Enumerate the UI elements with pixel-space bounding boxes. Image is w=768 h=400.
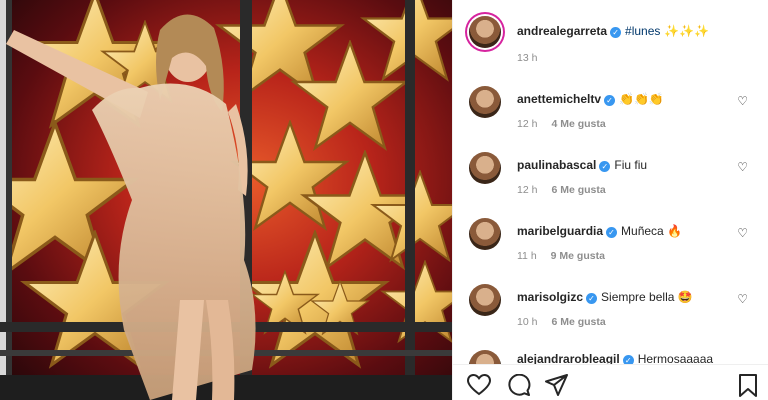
comment-line: anettemicheltv ✓ 👏👏👏 [517, 92, 664, 106]
comment-heart-icon[interactable]: ♡ [737, 94, 748, 108]
share-icon[interactable] [545, 374, 569, 396]
comment-username[interactable]: maribelguardia [517, 224, 603, 238]
comment-text: Siempre bella 🤩 [601, 290, 693, 304]
comment-item: marisolgizc ✓ Siempre bella 🤩 10 h 6 Me gus… [467, 282, 756, 348]
comment-heart-icon[interactable]: ♡ [737, 292, 748, 306]
photo-illustration [0, 0, 452, 400]
verified-icon: ✓ [610, 27, 622, 38]
comment-time: 12 h [517, 118, 538, 130]
heart-icon[interactable] [467, 374, 491, 396]
comment-time: 10 h [517, 316, 538, 328]
post-time: 13 h [517, 52, 538, 64]
comment-item: paulinabascal ✓ Fiu fiu 12 h 6 Me gusta ♡ [467, 150, 756, 216]
comment-item: anettemicheltv ✓ 👏👏👏 12 h 4 Me gusta ♡ [467, 84, 756, 150]
caption-emojis: ✨✨✨ [664, 24, 710, 38]
comment-line: paulinabascal ✓ Fiu fiu [517, 158, 647, 172]
commenter-avatar[interactable] [469, 218, 501, 250]
comment-username[interactable]: anettemicheltv [517, 92, 601, 106]
comment-icon[interactable] [507, 374, 531, 396]
comment-text: Muñeca 🔥 [621, 224, 682, 238]
comment-text: Hermosaaaaa [637, 352, 714, 364]
comment-line: maribelguardia ✓ Muñeca 🔥 [517, 224, 682, 238]
comment-item: maribelguardia ✓ Muñeca 🔥 11 h 9 Me gusta ♡ [467, 216, 756, 282]
comment-likes[interactable]: 9 Me gusta [551, 250, 605, 262]
comment-meta: 12 h 4 Me gusta [517, 118, 606, 130]
comment-username[interactable]: paulinabascal [517, 158, 596, 172]
caption-hashtag[interactable]: #lunes [625, 24, 660, 38]
post-caption: andrealegarreta ✓ #lunes ✨✨✨ 13 h [467, 14, 756, 74]
post-photo[interactable] [0, 0, 452, 400]
verified-icon: ✓ [604, 95, 616, 106]
comments-panel: andrealegarreta ✓ #lunes ✨✨✨ 13 h anettemic… [452, 0, 768, 400]
commenter-avatar[interactable] [469, 152, 501, 184]
comment-likes[interactable]: 6 Me gusta [551, 184, 605, 196]
verified-icon: ✓ [586, 293, 598, 304]
verified-icon: ✓ [622, 355, 634, 364]
comment-meta: 11 h 9 Me gusta [517, 250, 605, 262]
bookmark-icon[interactable] [737, 374, 759, 398]
verified-icon: ✓ [606, 227, 618, 238]
verified-icon: ✓ [599, 161, 611, 172]
comment-meta: 12 h 6 Me gusta [517, 184, 606, 196]
comment-meta: 10 h 6 Me gusta [517, 316, 606, 328]
comment-username[interactable]: marisolgizc [517, 290, 583, 304]
caption-line: andrealegarreta ✓ #lunes ✨✨✨ [517, 24, 709, 38]
commenter-avatar[interactable] [469, 86, 501, 118]
comment-time: 11 h [517, 250, 537, 262]
comment-text: 👏👏👏 [619, 92, 664, 106]
author-username[interactable]: andrealegarreta [517, 24, 607, 38]
comment-time: 12 h [517, 184, 538, 196]
comment-line: marisolgizc ✓ Siempre bella 🤩 [517, 290, 693, 304]
comment-item-partial: alejandrarobleagil ✓ Hermosaaaaa [467, 348, 756, 364]
comment-line: alejandrarobleagil ✓ Hermosaaaaa [517, 352, 713, 364]
comment-likes[interactable]: 4 Me gusta [551, 118, 605, 130]
comment-heart-icon[interactable]: ♡ [737, 226, 748, 240]
comment-username[interactable]: alejandrarobleagil [517, 352, 620, 364]
commenter-avatar[interactable] [469, 350, 501, 364]
comment-likes[interactable]: 6 Me gusta [551, 316, 605, 328]
comment-text: Fiu fiu [614, 158, 648, 172]
post-actions-bar [453, 364, 768, 400]
comment-heart-icon[interactable]: ♡ [737, 160, 748, 174]
commenter-avatar[interactable] [469, 284, 501, 316]
author-avatar[interactable] [469, 16, 501, 48]
